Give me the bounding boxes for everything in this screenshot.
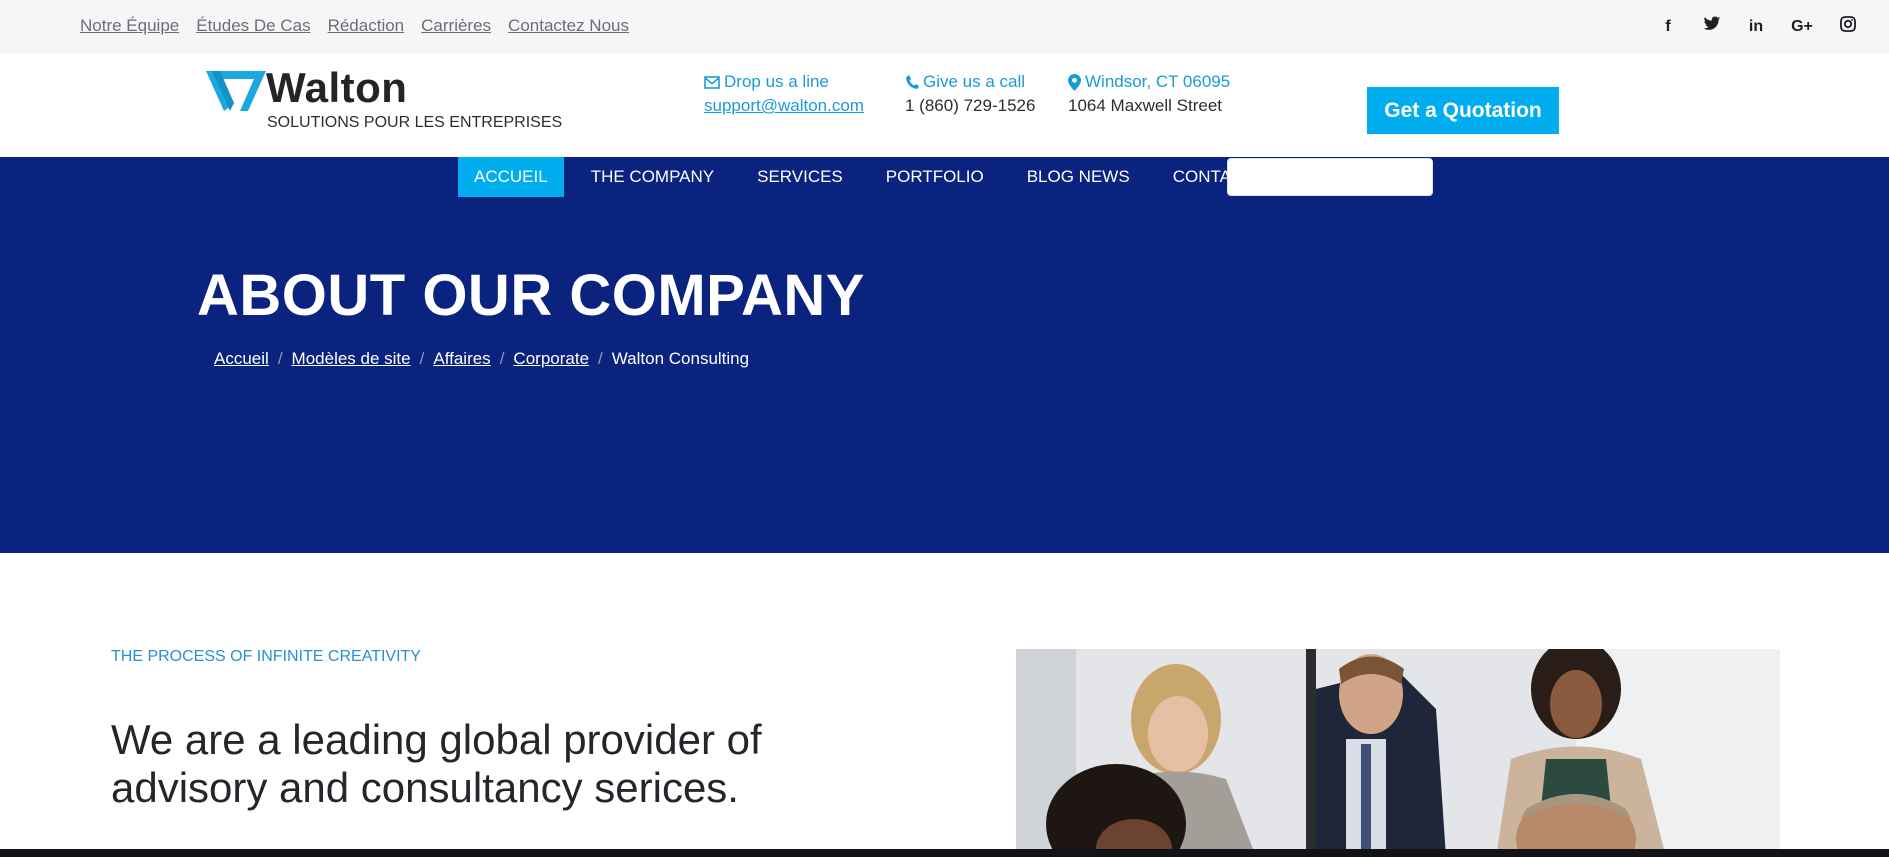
top-utility-bar: Notre Équipe Études De Cas Rédaction Car… <box>0 0 1889 54</box>
phone-icon <box>906 75 919 89</box>
contact-email-value-row: support@walton.com <box>704 96 864 116</box>
contact-email-block: Drop us a line support@walton.com <box>704 72 864 116</box>
linkedin-icon[interactable]: in <box>1747 16 1765 38</box>
top-link-redaction[interactable]: Rédaction <box>328 16 405 36</box>
breadcrumb-affaires[interactable]: Affaires <box>433 349 490 369</box>
section-headline: We are a leading global provider of advi… <box>111 716 762 811</box>
hero-section: ACCUEIL THE COMPANY SERVICES PORTFOLIO B… <box>0 157 1889 553</box>
top-link-carrieres[interactable]: Carrières <box>421 16 491 36</box>
section-kicker: THE PROCESS OF INFINITE CREATIVITY <box>111 648 421 665</box>
main-nav: ACCUEIL THE COMPANY SERVICES PORTFOLIO B… <box>458 157 1292 197</box>
logo-tagline: SOLUTIONS POUR LES ENTREPRISES <box>267 114 563 131</box>
top-link-etudes-de-cas[interactable]: Études De Cas <box>196 16 310 36</box>
contact-address-title-row: Windsor, CT 06095 <box>1068 72 1230 92</box>
map-pin-icon <box>1068 73 1081 91</box>
site-header: Walton SOLUTIONS POUR LES ENTREPRISES Dr… <box>0 54 1889 157</box>
contact-phone-title-row: Give us a call <box>905 72 1035 92</box>
nav-item-services[interactable]: SERVICES <box>741 157 859 197</box>
google-plus-icon[interactable]: G+ <box>1791 16 1813 38</box>
breadcrumb-modeles-de-site[interactable]: Modèles de site <box>292 349 411 369</box>
contact-address-block: Windsor, CT 06095 1064 Maxwell Street <box>1068 72 1230 116</box>
breadcrumb-separator: / <box>419 349 425 368</box>
top-link-contactez-nous[interactable]: Contactez Nous <box>508 16 629 36</box>
breadcrumb-accueil[interactable]: Accueil <box>214 349 269 369</box>
nav-item-blog-news[interactable]: BLOG NEWS <box>1011 157 1146 197</box>
contact-phone-value: 1 (860) 729-1526 <box>905 96 1036 115</box>
nav-item-portfolio[interactable]: PORTFOLIO <box>870 157 1000 197</box>
contact-phone-block: Give us a call 1 (860) 729-1526 <box>905 72 1035 116</box>
top-link-notre-equipe[interactable]: Notre Équipe <box>80 16 179 36</box>
breadcrumb: Accueil / Modèles de site / Affaires / C… <box>214 349 749 369</box>
team-photo <box>1016 649 1780 857</box>
contact-phone-title: Give us a call <box>923 72 1026 91</box>
logo-name[interactable]: Walton <box>266 64 407 112</box>
contact-email-title-row: Drop us a line <box>704 72 864 92</box>
page-title: ABOUT OUR COMPANY <box>197 263 865 328</box>
nav-search-input[interactable] <box>1227 158 1433 196</box>
get-quotation-button[interactable]: Get a Quotation <box>1367 87 1559 134</box>
bottom-strip <box>0 849 1889 857</box>
instagram-icon[interactable] <box>1839 16 1857 38</box>
breadcrumb-current: Walton Consulting <box>611 349 750 368</box>
contact-email-title: Drop us a line <box>724 72 829 91</box>
top-links: Notre Équipe Études De Cas Rédaction Car… <box>80 16 629 36</box>
breadcrumb-separator: / <box>598 349 603 368</box>
breadcrumb-separator: / <box>499 349 505 368</box>
social-links: f in G+ <box>1659 16 1857 38</box>
envelope-icon <box>704 75 720 89</box>
facebook-icon[interactable]: f <box>1659 16 1677 38</box>
contact-address-value: 1064 Maxwell Street <box>1068 96 1223 115</box>
breadcrumb-separator: / <box>277 349 283 368</box>
contact-address-title: Windsor, CT 06095 <box>1085 72 1231 91</box>
breadcrumb-corporate[interactable]: Corporate <box>513 349 589 369</box>
walton-logo-icon[interactable] <box>206 69 266 113</box>
twitter-icon[interactable] <box>1703 16 1721 38</box>
nav-item-the-company[interactable]: THE COMPANY <box>575 157 730 197</box>
support-email-link[interactable]: support@walton.com <box>704 96 864 115</box>
nav-item-accueil[interactable]: ACCUEIL <box>458 157 564 197</box>
